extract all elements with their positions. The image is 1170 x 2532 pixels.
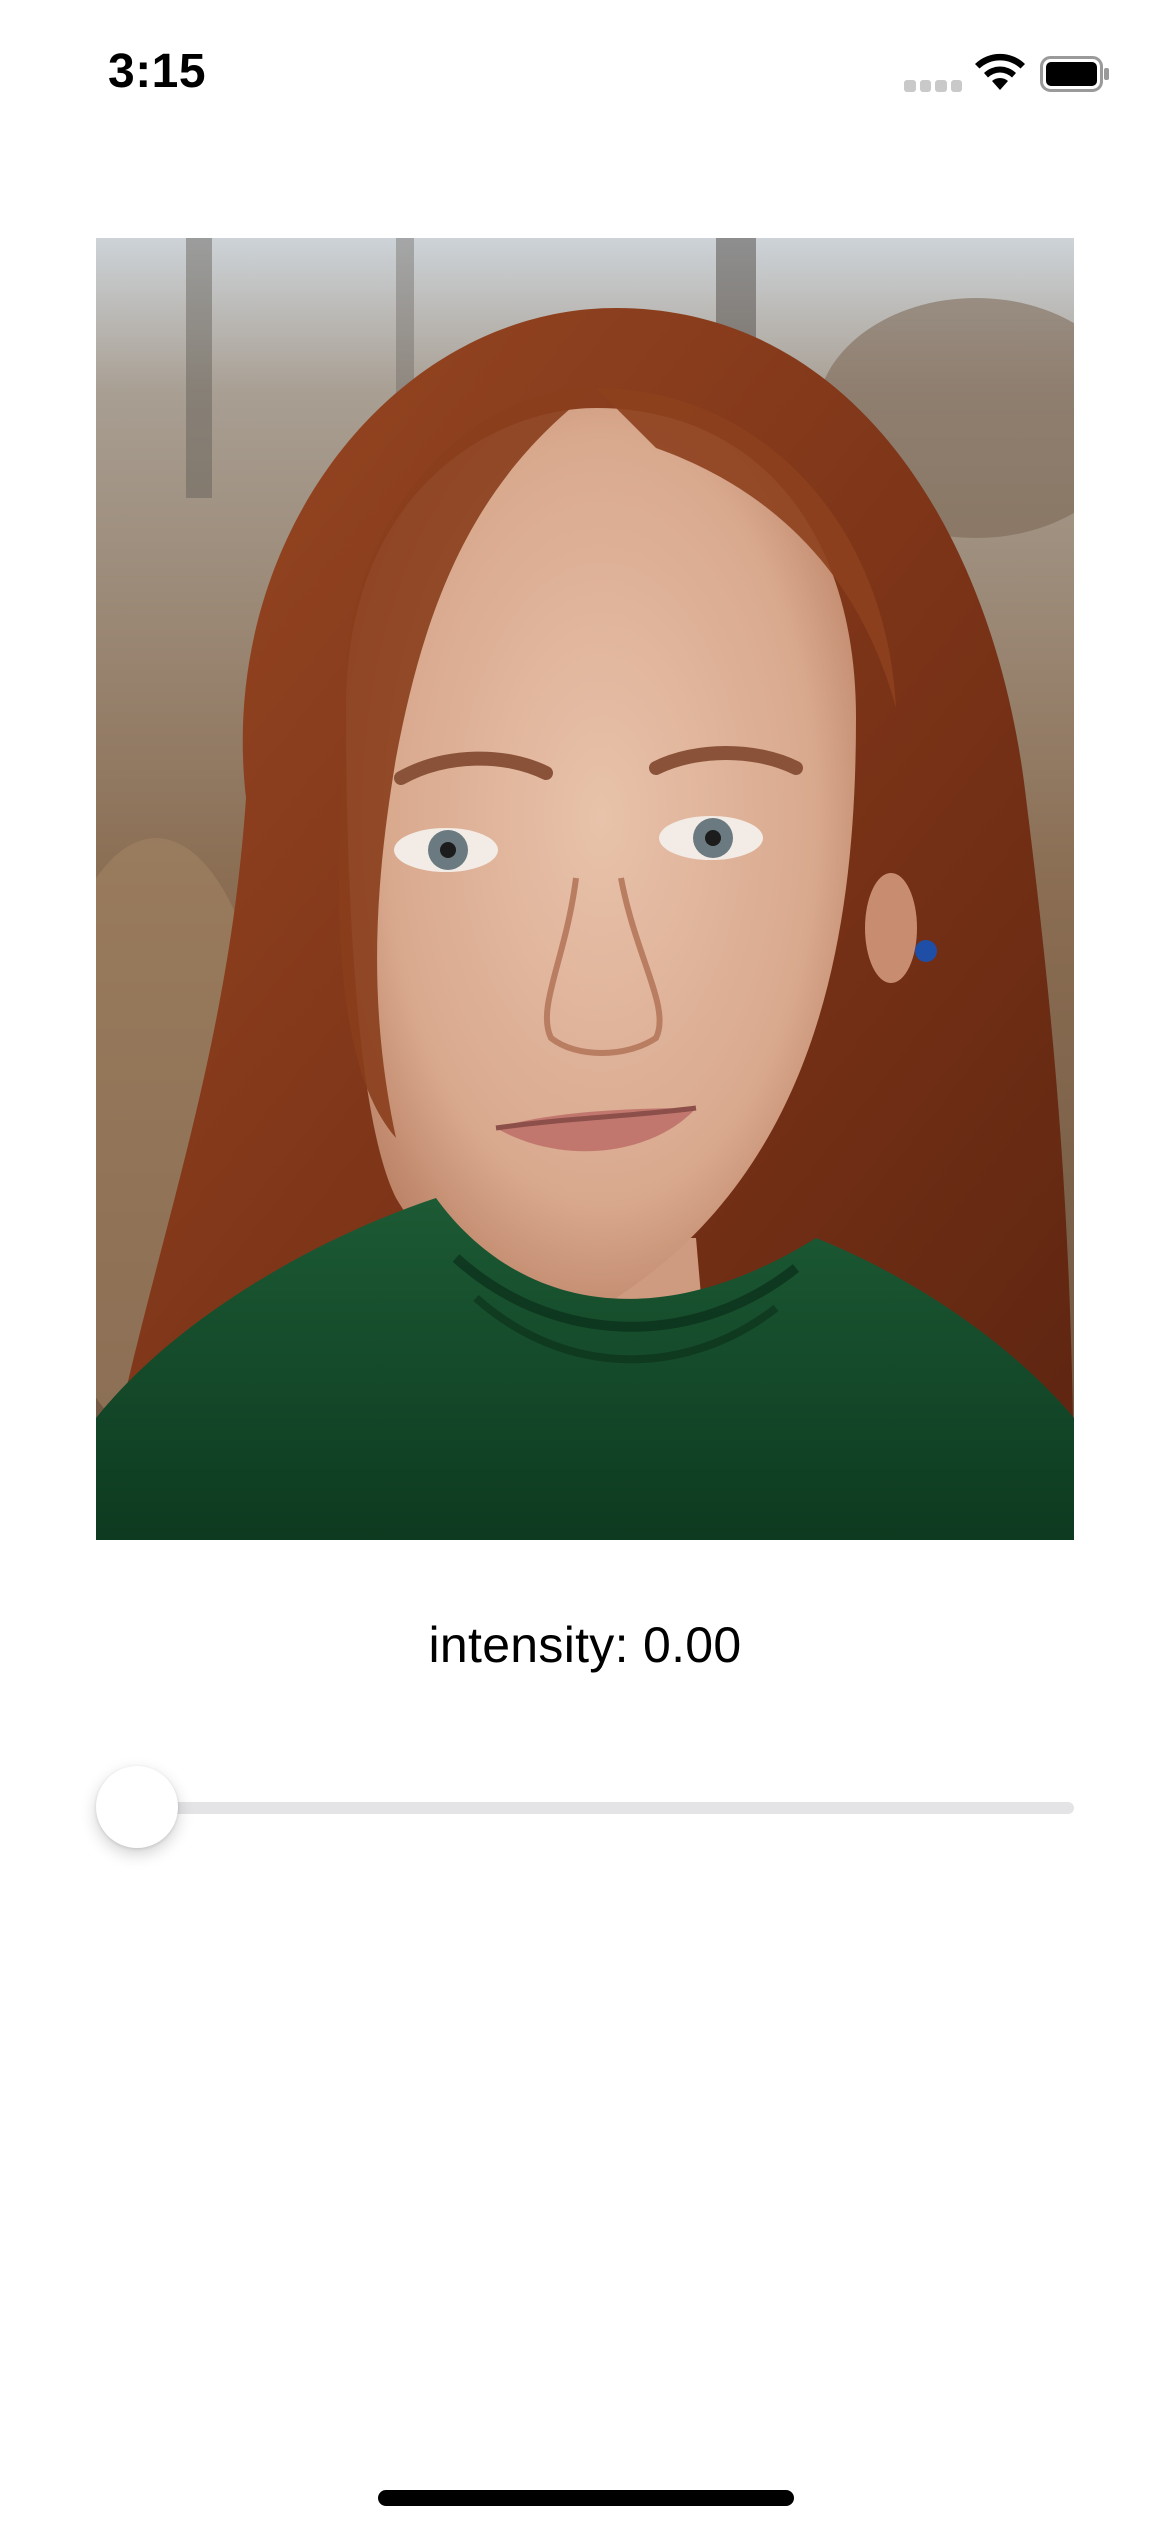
wifi-icon bbox=[972, 52, 1028, 94]
home-indicator[interactable] bbox=[378, 2490, 794, 2506]
intensity-label: intensity: 0.00 bbox=[428, 1617, 742, 1673]
slider-thumb[interactable] bbox=[96, 1766, 178, 1848]
slider-track[interactable] bbox=[96, 1802, 1074, 1814]
battery-icon bbox=[1040, 56, 1110, 92]
status-bar: 3:15 bbox=[0, 0, 1170, 150]
intensity-slider[interactable] bbox=[96, 1766, 1074, 1848]
cellular-signal-icon bbox=[904, 80, 962, 92]
status-time: 3:15 bbox=[108, 45, 207, 98]
portrait-photo bbox=[96, 238, 1074, 1540]
